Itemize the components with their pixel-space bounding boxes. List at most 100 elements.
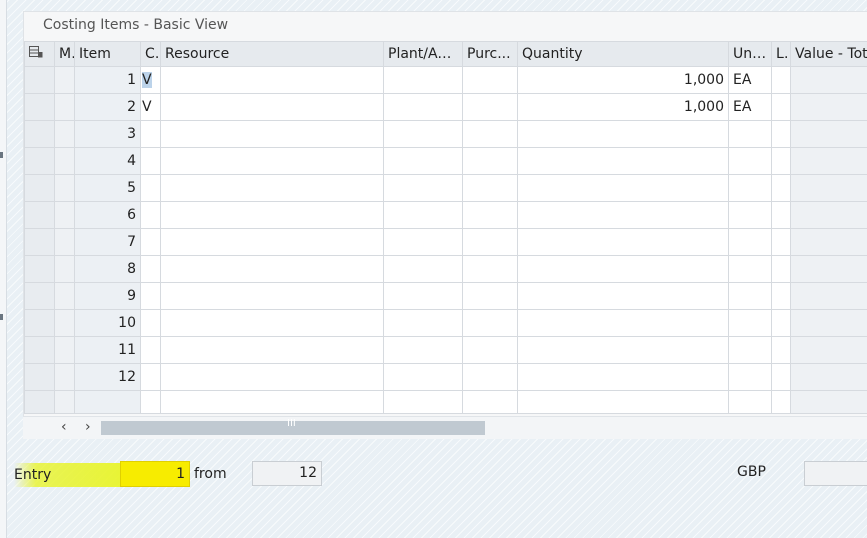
cell-plant[interactable] bbox=[383, 201, 463, 229]
cell-c[interactable] bbox=[140, 282, 161, 310]
row-selector[interactable] bbox=[24, 174, 55, 202]
row-selector[interactable] bbox=[24, 66, 55, 94]
cell-quantity[interactable] bbox=[517, 120, 729, 148]
cell-quantity[interactable] bbox=[517, 228, 729, 256]
cell-unit[interactable] bbox=[728, 336, 772, 364]
cell-l[interactable] bbox=[771, 174, 791, 202]
row-selector[interactable] bbox=[24, 255, 55, 283]
cell-purc[interactable] bbox=[462, 147, 518, 175]
cell-purc[interactable] bbox=[462, 228, 518, 256]
row-selector[interactable] bbox=[24, 147, 55, 175]
cell-resource[interactable] bbox=[160, 282, 384, 310]
cell-m[interactable] bbox=[54, 201, 75, 229]
cell-l[interactable] bbox=[771, 282, 791, 310]
cell-unit[interactable] bbox=[728, 282, 772, 310]
cell-plant[interactable] bbox=[383, 120, 463, 148]
cell-m[interactable] bbox=[54, 228, 75, 256]
cell-unit[interactable] bbox=[728, 201, 772, 229]
cell-plant[interactable] bbox=[383, 93, 463, 121]
scrollbar-thumb[interactable]: III bbox=[101, 418, 485, 435]
cell-resource[interactable] bbox=[160, 201, 384, 229]
cell-purc[interactable] bbox=[462, 282, 518, 310]
cell-l[interactable] bbox=[771, 201, 791, 229]
cell-resource[interactable] bbox=[160, 66, 384, 94]
currency-field[interactable] bbox=[804, 461, 867, 486]
cell-resource[interactable] bbox=[160, 174, 384, 202]
cell-quantity[interactable] bbox=[517, 147, 729, 175]
cell-unit[interactable] bbox=[728, 255, 772, 283]
cell-plant[interactable] bbox=[383, 309, 463, 337]
column-header-plant[interactable]: Plant/Ac... bbox=[383, 41, 463, 67]
cell-unit[interactable]: EA bbox=[728, 66, 772, 94]
cell-purc[interactable] bbox=[462, 66, 518, 94]
cell-purc[interactable] bbox=[462, 201, 518, 229]
cell-m[interactable] bbox=[54, 147, 75, 175]
cell-unit[interactable]: EA bbox=[728, 93, 772, 121]
row-selector[interactable] bbox=[24, 228, 55, 256]
cell-l[interactable] bbox=[771, 228, 791, 256]
cell-unit[interactable] bbox=[728, 363, 772, 391]
row-selector[interactable] bbox=[24, 201, 55, 229]
cell-resource[interactable] bbox=[160, 228, 384, 256]
cell-c[interactable]: V bbox=[140, 93, 161, 121]
cell-unit[interactable] bbox=[728, 174, 772, 202]
cell-plant[interactable] bbox=[383, 147, 463, 175]
column-settings-button[interactable] bbox=[24, 41, 55, 67]
cell-unit[interactable] bbox=[728, 147, 772, 175]
cell-purc[interactable] bbox=[462, 309, 518, 337]
row-selector[interactable] bbox=[24, 120, 55, 148]
cell-l[interactable] bbox=[771, 147, 791, 175]
cell-plant[interactable] bbox=[383, 66, 463, 94]
column-header-purc[interactable]: Purc... bbox=[462, 41, 518, 67]
column-header-m[interactable]: M bbox=[54, 41, 75, 67]
cell-l[interactable] bbox=[771, 93, 791, 121]
cell-quantity[interactable] bbox=[517, 309, 729, 337]
column-header-unit[interactable]: Uni... bbox=[728, 41, 772, 67]
cell-quantity[interactable] bbox=[517, 336, 729, 364]
cell-c[interactable] bbox=[140, 255, 161, 283]
cell-quantity[interactable]: 1,000 bbox=[517, 66, 729, 94]
cell-quantity[interactable] bbox=[517, 174, 729, 202]
cell-purc[interactable] bbox=[462, 336, 518, 364]
cell-m[interactable] bbox=[54, 93, 75, 121]
cell-c[interactable] bbox=[140, 201, 161, 229]
cell-resource[interactable] bbox=[160, 255, 384, 283]
scroll-right-icon[interactable]: › bbox=[85, 419, 91, 435]
cell-resource[interactable] bbox=[160, 93, 384, 121]
cell-plant[interactable] bbox=[383, 255, 463, 283]
cell-plant[interactable] bbox=[383, 228, 463, 256]
column-header-resource[interactable]: Resource bbox=[160, 41, 384, 67]
cell-l[interactable] bbox=[771, 309, 791, 337]
cell-quantity[interactable] bbox=[517, 255, 729, 283]
cell-c[interactable] bbox=[140, 174, 161, 202]
row-selector[interactable] bbox=[24, 390, 55, 414]
cell-c[interactable] bbox=[140, 120, 161, 148]
cell-resource[interactable] bbox=[160, 120, 384, 148]
cell-quantity[interactable]: 1,000 bbox=[517, 93, 729, 121]
cell-m[interactable] bbox=[54, 336, 75, 364]
row-selector[interactable] bbox=[24, 93, 55, 121]
cell-purc[interactable] bbox=[462, 363, 518, 391]
cell-resource[interactable] bbox=[160, 309, 384, 337]
column-header-item[interactable]: Item bbox=[74, 41, 141, 67]
cell-c[interactable] bbox=[140, 363, 161, 391]
scroll-left-icon[interactable]: ‹ bbox=[61, 419, 67, 435]
cell-quantity[interactable] bbox=[517, 201, 729, 229]
cell-m[interactable] bbox=[54, 66, 75, 94]
cell-unit[interactable] bbox=[728, 120, 772, 148]
cell-purc[interactable] bbox=[462, 255, 518, 283]
cell-resource[interactable] bbox=[160, 363, 384, 391]
cell-l[interactable] bbox=[771, 363, 791, 391]
cell-m[interactable] bbox=[54, 255, 75, 283]
cell-c[interactable] bbox=[140, 309, 161, 337]
cell-m[interactable] bbox=[54, 282, 75, 310]
cell-resource[interactable] bbox=[160, 336, 384, 364]
cell-quantity[interactable] bbox=[517, 282, 729, 310]
cell-purc[interactable] bbox=[462, 174, 518, 202]
cell-unit[interactable] bbox=[728, 228, 772, 256]
cell-c[interactable] bbox=[140, 147, 161, 175]
column-header-quantity[interactable]: Quantity bbox=[517, 41, 729, 67]
cell-resource[interactable] bbox=[160, 147, 384, 175]
cell-m[interactable] bbox=[54, 363, 75, 391]
horizontal-scrollbar[interactable]: ‹ › III bbox=[23, 416, 867, 439]
